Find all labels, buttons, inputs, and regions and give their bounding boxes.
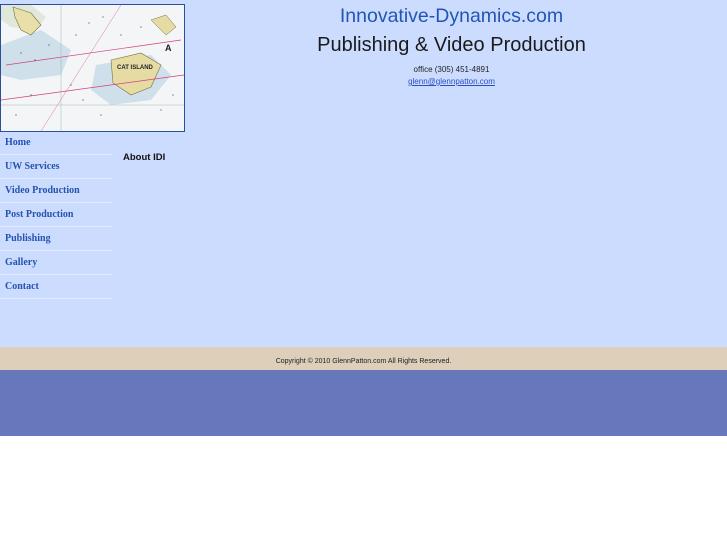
page: CAT ISLAND A Innovative-Dynamics.com Pub…	[0, 0, 727, 545]
nav-item-publishing[interactable]: Publishing	[0, 227, 112, 251]
chart-letter-a: A	[165, 43, 172, 53]
nav-item-gallery[interactable]: Gallery	[0, 251, 112, 275]
nav-item-contact[interactable]: Contact	[0, 275, 112, 299]
copyright-text: Copyright © 2010 GlennPatton.com All Rig…	[275, 358, 452, 365]
office-phone: office (305) 451-4891	[413, 65, 490, 74]
nav-item-video-production[interactable]: Video Production	[0, 179, 112, 203]
about-heading: About IDI	[123, 152, 166, 163]
bottom-band	[0, 370, 727, 436]
main-panel: CAT ISLAND A Innovative-Dynamics.com Pub…	[0, 0, 727, 347]
site-title: Innovative-Dynamics.com	[339, 5, 564, 27]
email-link[interactable]: glenn@glennpatton.com	[205, 77, 698, 86]
sidebar-nav: Home UW Services Video Production Post P…	[0, 131, 112, 299]
nautical-chart-image: CAT ISLAND A	[0, 4, 185, 132]
nav-item-post-production[interactable]: Post Production	[0, 203, 112, 227]
cat-island-label: CAT ISLAND	[117, 65, 154, 71]
nav-item-home[interactable]: Home	[0, 131, 112, 155]
site-subtitle: Publishing & Video Production	[317, 34, 586, 56]
nav-item-uw-services[interactable]: UW Services	[0, 155, 112, 179]
